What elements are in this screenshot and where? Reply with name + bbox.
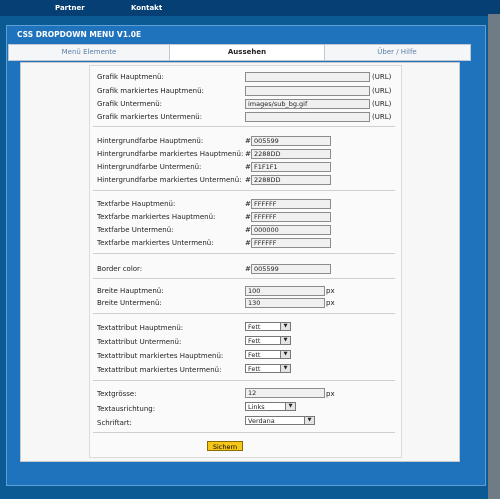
save-button[interactable]: Sichern — [207, 441, 243, 451]
tf-markiert-unter-input[interactable] — [251, 238, 331, 248]
label-ta-markiert-unter: Textattribut markiertes Untermenü: — [97, 366, 222, 374]
textausrichtung-select[interactable]: Links ▼ — [245, 402, 296, 411]
chevron-down-icon: ▼ — [280, 365, 290, 372]
grafik-markiert-unter-input[interactable] — [245, 112, 370, 122]
hash-prefix: # — [245, 200, 251, 208]
url-unit: (URL) — [372, 87, 392, 95]
label-grafik-markiert-unter: Grafik markiertes Untermenü: — [97, 113, 203, 121]
chevron-down-icon: ▼ — [280, 323, 290, 330]
tab-aussehen[interactable]: Aussehen — [169, 45, 325, 60]
top-navigation: Partner Kontakt — [0, 0, 500, 16]
tf-unter-input[interactable] — [251, 225, 331, 235]
ta-markiert-haupt-select[interactable]: Fett ▼ — [245, 350, 291, 359]
tab-menu-elemente[interactable]: Menü Elemente — [9, 45, 169, 60]
px-unit: px — [326, 287, 335, 295]
bg-haupt-input[interactable] — [251, 136, 331, 146]
chevron-down-icon: ▼ — [285, 403, 295, 410]
bg-markiert-haupt-input[interactable] — [251, 149, 331, 159]
label-border-color: Border color: — [97, 265, 143, 273]
tab-ueber-hilfe[interactable]: Über / Hilfe — [324, 45, 470, 60]
hash-prefix: # — [245, 265, 251, 273]
ta-unter-value: Fett — [248, 337, 261, 345]
panel-title: CSS DROPDOWN MENU V1.0E — [17, 30, 142, 39]
divider — [93, 126, 395, 127]
divider — [93, 313, 395, 314]
label-ta-markiert-haupt: Textattribut markiertes Hauptmenü: — [97, 352, 224, 360]
label-grafik-haupt: Grafik Hauptmenü: — [97, 73, 164, 81]
bg-unter-input[interactable] — [251, 162, 331, 172]
px-unit: px — [326, 390, 335, 398]
breite-haupt-input[interactable] — [245, 286, 325, 296]
label-tf-markiert-haupt: Textfarbe markiertes Hauptmenü: — [97, 213, 216, 221]
hash-prefix: # — [245, 150, 251, 158]
hash-prefix: # — [245, 239, 251, 247]
textausrichtung-value: Links — [248, 403, 265, 411]
label-tf-unter: Textfarbe Untermenü: — [97, 226, 174, 234]
hash-prefix: # — [245, 226, 251, 234]
label-tf-markiert-unter: Textfarbe markiertes Untermenü: — [97, 239, 214, 247]
label-textausrichtung: Textausrichtung: — [97, 405, 156, 413]
tf-haupt-input[interactable] — [251, 199, 331, 209]
ta-unter-select[interactable]: Fett ▼ — [245, 336, 291, 345]
label-bg-unter: Hintergrundfarbe Untermenü: — [97, 163, 202, 171]
label-bg-markiert-unter: Hintergrundfarbe markiertes Untermenü: — [97, 176, 242, 184]
ta-markiert-unter-select[interactable]: Fett ▼ — [245, 364, 291, 373]
url-unit: (URL) — [372, 73, 392, 81]
nav-partner-link[interactable]: Partner — [55, 4, 85, 12]
ta-markiert-unter-value: Fett — [248, 365, 261, 373]
tf-markiert-haupt-input[interactable] — [251, 212, 331, 222]
label-ta-unter: Textattribut Untermenü: — [97, 338, 182, 346]
form-box — [89, 65, 402, 458]
hash-prefix: # — [245, 213, 251, 221]
ta-haupt-value: Fett — [248, 323, 261, 331]
chevron-down-icon: ▼ — [280, 351, 290, 358]
divider — [93, 190, 395, 191]
divider — [93, 432, 395, 433]
breite-unter-input[interactable] — [245, 298, 325, 308]
divider — [93, 253, 395, 254]
grafik-unter-input[interactable] — [245, 99, 370, 109]
url-unit: (URL) — [372, 113, 392, 121]
grafik-markiert-haupt-input[interactable] — [245, 86, 370, 96]
label-breite-unter: Breite Untermenü: — [97, 299, 162, 307]
divider — [93, 278, 395, 279]
label-ta-haupt: Textattribut Hauptmenü: — [97, 324, 184, 332]
border-color-input[interactable] — [251, 264, 331, 274]
grafik-haupt-input[interactable] — [245, 72, 370, 82]
right-edge-strip — [488, 14, 500, 499]
label-grafik-markiert-haupt: Grafik markiertes Hauptmenü: — [97, 87, 204, 95]
url-unit: (URL) — [372, 100, 392, 108]
hash-prefix: # — [245, 163, 251, 171]
tab-bar: Menü Elemente Aussehen Über / Hilfe — [8, 44, 471, 61]
chevron-down-icon: ▼ — [304, 417, 314, 424]
hash-prefix: # — [245, 137, 251, 145]
label-grafik-unter: Grafik Untermenü: — [97, 100, 163, 108]
textgroesse-input[interactable] — [245, 388, 325, 398]
label-tf-haupt: Textfarbe Hauptmenü: — [97, 200, 176, 208]
label-bg-markiert-haupt: Hintergrundfarbe markiertes Hauptmenü: — [97, 150, 244, 158]
divider — [93, 380, 395, 381]
schriftart-value: Verdana — [248, 417, 275, 425]
px-unit: px — [326, 299, 335, 307]
schriftart-select[interactable]: Verdana ▼ — [245, 416, 315, 425]
label-schriftart: Schriftart: — [97, 419, 132, 427]
ta-haupt-select[interactable]: Fett ▼ — [245, 322, 291, 331]
hash-prefix: # — [245, 176, 251, 184]
label-bg-haupt: Hintergrundfarbe Hauptmenü: — [97, 137, 204, 145]
ta-markiert-haupt-value: Fett — [248, 351, 261, 359]
label-breite-haupt: Breite Hauptmenü: — [97, 287, 164, 295]
bg-markiert-unter-input[interactable] — [251, 175, 331, 185]
label-textgroesse: Textgrösse: — [97, 390, 137, 398]
nav-kontakt-link[interactable]: Kontakt — [131, 4, 162, 12]
chevron-down-icon: ▼ — [280, 337, 290, 344]
